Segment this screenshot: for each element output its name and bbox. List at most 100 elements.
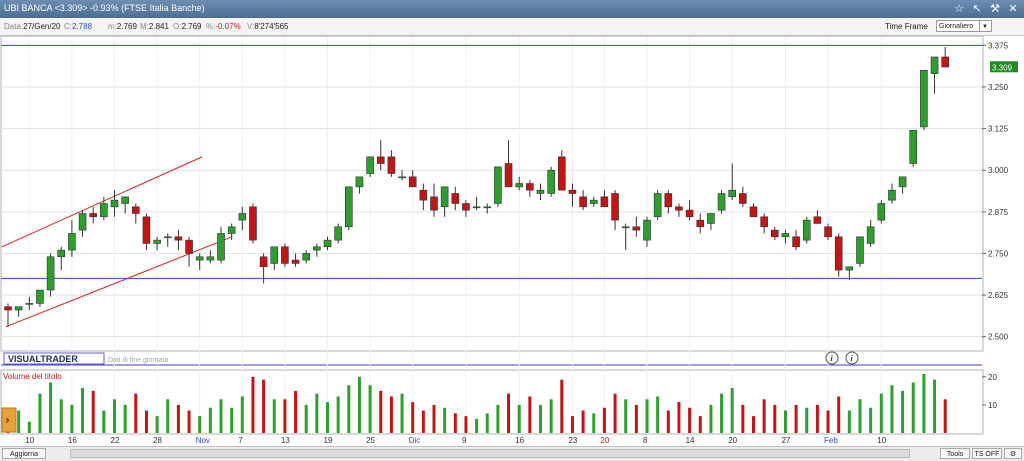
candle[interactable] xyxy=(707,213,715,224)
candle[interactable] xyxy=(440,186,449,208)
candle[interactable] xyxy=(621,226,630,229)
candle[interactable] xyxy=(185,239,193,254)
candle[interactable] xyxy=(536,189,545,194)
candle[interactable] xyxy=(802,219,811,241)
candle[interactable] xyxy=(419,189,428,201)
aggiorna-button[interactable]: Aggiorna xyxy=(2,448,46,459)
candle[interactable] xyxy=(526,183,534,191)
candle[interactable] xyxy=(334,226,342,241)
candle[interactable] xyxy=(110,199,119,208)
candle[interactable] xyxy=(547,169,555,194)
volume-bar xyxy=(677,402,681,433)
candlestick-chart[interactable]: 3.375 3.250 3.125 3.000 2.875 2.750 2.625 2.500… xyxy=(0,0,1024,446)
candle[interactable] xyxy=(504,163,513,188)
candle[interactable] xyxy=(344,186,353,228)
candle[interactable] xyxy=(270,246,279,264)
ts-off-button[interactable]: TS OFF xyxy=(972,448,1002,459)
candle[interactable] xyxy=(366,156,374,174)
candle[interactable] xyxy=(696,219,705,228)
candle[interactable] xyxy=(888,189,896,201)
candle[interactable] xyxy=(227,226,236,234)
candle[interactable] xyxy=(483,206,492,209)
candle[interactable] xyxy=(824,226,832,238)
candle[interactable] xyxy=(781,233,790,238)
candle[interactable] xyxy=(121,196,129,204)
candle[interactable] xyxy=(845,266,854,271)
candle[interactable] xyxy=(195,256,204,261)
candle[interactable] xyxy=(813,216,822,224)
candle[interactable] xyxy=(717,193,726,211)
candle[interactable] xyxy=(749,206,758,218)
candle[interactable] xyxy=(355,176,364,188)
candle[interactable] xyxy=(430,196,438,211)
candle[interactable] xyxy=(739,193,747,204)
candle[interactable] xyxy=(249,206,257,241)
candle[interactable] xyxy=(281,246,289,264)
candle[interactable] xyxy=(462,203,470,211)
candle[interactable] xyxy=(259,256,268,268)
candle[interactable] xyxy=(494,166,502,204)
candle[interactable] xyxy=(238,213,247,221)
candle[interactable] xyxy=(632,226,641,231)
candle[interactable] xyxy=(568,189,577,194)
candle[interactable] xyxy=(132,206,140,214)
candle[interactable] xyxy=(898,176,907,188)
settings-icon[interactable]: ⚙ xyxy=(1004,448,1022,459)
candle[interactable] xyxy=(153,239,161,244)
candle[interactable] xyxy=(174,236,183,241)
candle[interactable] xyxy=(760,216,768,228)
candle[interactable] xyxy=(877,203,886,221)
candle[interactable] xyxy=(163,236,172,239)
candle[interactable] xyxy=(557,156,566,191)
candle[interactable] xyxy=(25,303,34,305)
candle[interactable] xyxy=(387,156,396,174)
candle[interactable] xyxy=(100,203,108,218)
candle[interactable] xyxy=(834,236,843,271)
price-panel-frame xyxy=(0,35,984,352)
candle[interactable] xyxy=(472,206,481,209)
candle[interactable] xyxy=(675,206,683,211)
candle[interactable] xyxy=(770,229,779,238)
candle[interactable] xyxy=(57,249,66,258)
candle[interactable] xyxy=(515,183,524,188)
volume-bar xyxy=(144,410,148,433)
candle[interactable] xyxy=(866,226,875,244)
candle[interactable] xyxy=(14,306,23,311)
candle[interactable] xyxy=(611,193,619,221)
candle[interactable] xyxy=(78,213,87,231)
candle[interactable] xyxy=(653,193,662,218)
candle[interactable] xyxy=(36,289,44,304)
candle[interactable] xyxy=(408,176,417,188)
candle[interactable] xyxy=(792,236,800,248)
candle[interactable] xyxy=(579,196,587,208)
candle[interactable] xyxy=(451,193,460,204)
candle[interactable] xyxy=(600,196,609,208)
candle[interactable] xyxy=(856,236,864,264)
volume-bar xyxy=(70,404,74,433)
candle[interactable] xyxy=(89,213,97,218)
candle[interactable] xyxy=(909,129,918,164)
candle[interactable] xyxy=(302,253,311,261)
candle[interactable] xyxy=(685,209,694,218)
candle[interactable] xyxy=(930,56,939,74)
candle[interactable] xyxy=(313,246,321,251)
candle[interactable] xyxy=(46,256,55,291)
candle[interactable] xyxy=(291,259,300,264)
candle[interactable] xyxy=(217,233,225,261)
candle[interactable] xyxy=(142,216,151,244)
candle[interactable] xyxy=(4,306,12,311)
candle[interactable] xyxy=(398,176,406,179)
tools-button[interactable]: Tools xyxy=(940,448,970,459)
candle[interactable] xyxy=(376,156,385,164)
candle[interactable] xyxy=(206,256,215,261)
candle[interactable] xyxy=(643,219,651,241)
candle[interactable] xyxy=(920,69,928,128)
candle[interactable] xyxy=(664,193,673,208)
candle[interactable] xyxy=(323,239,332,248)
volume-bar xyxy=(102,410,106,433)
candle[interactable] xyxy=(68,233,76,251)
horizontal-scrollbar[interactable] xyxy=(70,449,910,458)
candle[interactable] xyxy=(589,199,598,204)
candle[interactable] xyxy=(728,189,737,198)
candle[interactable] xyxy=(941,56,950,68)
